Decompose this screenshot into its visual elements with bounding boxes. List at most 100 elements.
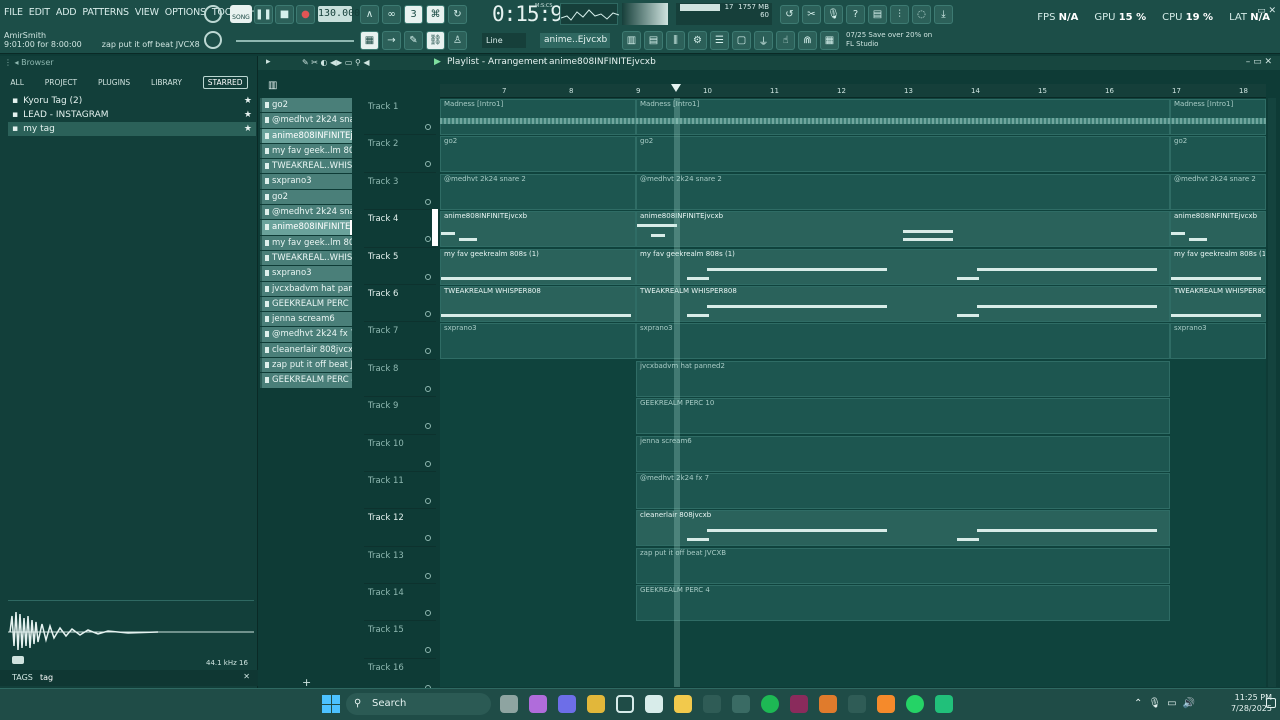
timeline-ruler[interactable]: 7 8 9 10 11 12 13 14 15 16 17 18 (440, 84, 1266, 98)
track-mute-icon[interactable] (425, 273, 431, 280)
playlist-clip[interactable]: GEEKREALM PERC 4 (636, 585, 1170, 622)
tab-starred[interactable]: STARRED (202, 75, 248, 89)
track-header[interactable]: Track 15 (364, 621, 436, 659)
menu-add[interactable]: ADD (56, 7, 77, 18)
playlist-icon[interactable]: ▦ (360, 31, 379, 50)
capcut-icon[interactable] (732, 695, 750, 713)
star-icon[interactable]: ★ (244, 96, 252, 106)
countdown-icon[interactable]: 3 (404, 5, 423, 24)
playlist-clip[interactable]: TWEAKREALM WHISPER808 (636, 286, 1170, 322)
loop-record-icon[interactable]: ↻ (448, 5, 467, 24)
menu-arrow-icon[interactable]: ▸ (266, 57, 271, 67)
pattern-item[interactable]: go2 (260, 98, 352, 113)
tab-library[interactable]: LIBRARY (151, 78, 182, 87)
wait-input-icon[interactable]: ∞ (382, 5, 401, 24)
touch-icon[interactable]: ☝ (776, 31, 795, 50)
playlist-clip[interactable]: cleanerlair 808jvcxb (636, 510, 1170, 547)
playlist-clip[interactable]: sxprano3 (636, 323, 1170, 360)
media-icon[interactable] (790, 695, 808, 713)
playlist-clip[interactable]: my fav geekrealm 808s (1) (440, 248, 636, 285)
play-button[interactable]: ❚❚ (254, 5, 273, 24)
menu-options[interactable]: OPTIONS (165, 7, 206, 18)
pattern-item[interactable]: my fav geek..lm 808s (1) (260, 143, 352, 159)
browser-item[interactable]: ▪ Kyoru Tag (2) ★ (8, 94, 256, 108)
playlist-clip[interactable]: go2 (1170, 136, 1266, 173)
playlist-clip[interactable]: zap put it off beat JVCXB (636, 547, 1170, 584)
track-header[interactable]: Track 8 (364, 360, 436, 398)
browser-item[interactable]: ▪ LEAD - INSTAGRAM ★ (8, 108, 256, 122)
stamp-icon[interactable]: ♙ (448, 31, 467, 50)
game-icon[interactable] (848, 695, 866, 713)
track-mute-icon[interactable] (425, 572, 431, 579)
playlist-clip[interactable]: @medhvt 2k24 snare 2 (636, 173, 1170, 210)
playlist-clip[interactable]: @medhvt 2k24 snare 2 (1170, 173, 1266, 210)
track-header[interactable]: Track 12 (364, 509, 436, 547)
vlc-icon[interactable] (819, 695, 837, 713)
tab-all[interactable]: ALL (10, 78, 24, 87)
system-tray-icons[interactable]: ⌃🎙▭🔊 (1134, 698, 1201, 709)
terminal-icon[interactable] (703, 695, 721, 713)
track-header[interactable]: Track 2 (364, 135, 436, 173)
song-mode-toggle[interactable]: SONG (230, 5, 252, 23)
browser-toggle-icon[interactable]: ☰ (710, 31, 729, 50)
whatsapp-icon[interactable] (906, 695, 924, 713)
playlist-clip[interactable]: jenna scream6 (636, 435, 1170, 472)
track-header[interactable]: Track 5 (364, 248, 436, 285)
app-icon[interactable] (645, 695, 663, 713)
mixer-view-icon[interactable]: ⫼ (666, 31, 685, 50)
playlist-clip[interactable]: GEEKREALM PERC 10 (636, 398, 1170, 435)
track-header[interactable]: Track 6 (364, 285, 436, 323)
play-pattern-icon[interactable]: ▶ (434, 57, 441, 67)
playlist-clip[interactable]: sxprano3 (440, 323, 636, 360)
master-pitch-knob[interactable] (204, 31, 222, 49)
track-header[interactable]: Track 11 (364, 472, 436, 510)
plug-icon[interactable]: ⏚ (754, 31, 773, 50)
track-mute-icon[interactable] (425, 198, 431, 205)
pattern-selector[interactable]: anime..Ejvcxb (540, 33, 610, 48)
undo-icon[interactable]: ↺ (780, 5, 799, 24)
stop-button[interactable]: ■ (275, 5, 294, 24)
track-header[interactable]: Track 13 (364, 547, 436, 585)
track-mute-icon[interactable] (425, 460, 431, 467)
pattern-item[interactable]: @medhvt 2k24 snare 2 (260, 205, 352, 220)
spotify-icon[interactable] (761, 695, 779, 713)
pattern-item[interactable]: GEEKREALM PERC 4 (260, 373, 352, 388)
pattern-item[interactable]: @medhvt 2k24 snare 2 (260, 113, 352, 128)
track-header[interactable]: Track 10 (364, 435, 436, 472)
pattern-item[interactable]: zap put it off beat JVCXB (260, 358, 352, 373)
pattern-item[interactable]: @medhvt 2k24 fx 7 (260, 327, 352, 342)
track-header[interactable]: Track 7 (364, 322, 436, 360)
playlist-clip[interactable]: TWEAKREALM WHISPER808 (440, 286, 636, 322)
pattern-item[interactable]: jvcxbadvm hat panned2 (260, 281, 352, 296)
pitch-slider[interactable] (236, 40, 354, 42)
browser-item[interactable]: ▪ my tag ★ (8, 122, 256, 136)
plugin-icon[interactable]: ⚙ (688, 31, 707, 50)
playlist-clip[interactable]: anime808INFINITEjvcxb (1170, 211, 1266, 248)
track-mute-icon[interactable] (425, 124, 431, 130)
playlist-clip[interactable]: @medhvt 2k24 fx 7 (636, 473, 1170, 509)
playlist-clip[interactable]: jvcxbadvm hat panned2 (636, 360, 1170, 397)
tags-input[interactable]: tag (40, 673, 53, 682)
playlist-clip[interactable]: Madness [Intro1] (440, 99, 636, 135)
menu-file[interactable]: FILE (4, 7, 23, 18)
arrow-icon[interactable]: → (382, 31, 401, 50)
mixer-icon[interactable]: ⫶ (890, 5, 909, 24)
file-explorer-icon[interactable] (674, 695, 692, 713)
menu-edit[interactable]: EDIT (29, 7, 50, 18)
playlist-clip[interactable]: go2 (636, 136, 1170, 173)
metronome-icon[interactable]: ∧ (360, 5, 379, 24)
taskbar-search[interactable]: ⚲ Search (346, 693, 491, 715)
channel-rack-icon[interactable]: ▥ (622, 31, 641, 50)
star-icon[interactable]: ★ (244, 110, 252, 120)
menu-patterns[interactable]: PATTERNS (82, 7, 129, 18)
playlist-clip[interactable]: Madness [Intro1] (1170, 99, 1266, 135)
track-header[interactable]: Track 1 (364, 98, 436, 136)
pattern-item[interactable]: GEEKREALM PERC 10 (260, 296, 352, 312)
window-controls[interactable]: ▭ ✕ (1257, 6, 1276, 16)
step-edit-icon[interactable]: ⌘ (426, 5, 445, 24)
picker-header-icon[interactable]: ▥ (260, 80, 352, 96)
chat-icon[interactable]: ◌ (912, 5, 931, 24)
playlist-clip[interactable]: Madness [Intro1] (636, 99, 1170, 135)
pattern-item[interactable]: jenna scream6 (260, 312, 352, 327)
mic-icon[interactable]: 🎙 (824, 5, 843, 24)
